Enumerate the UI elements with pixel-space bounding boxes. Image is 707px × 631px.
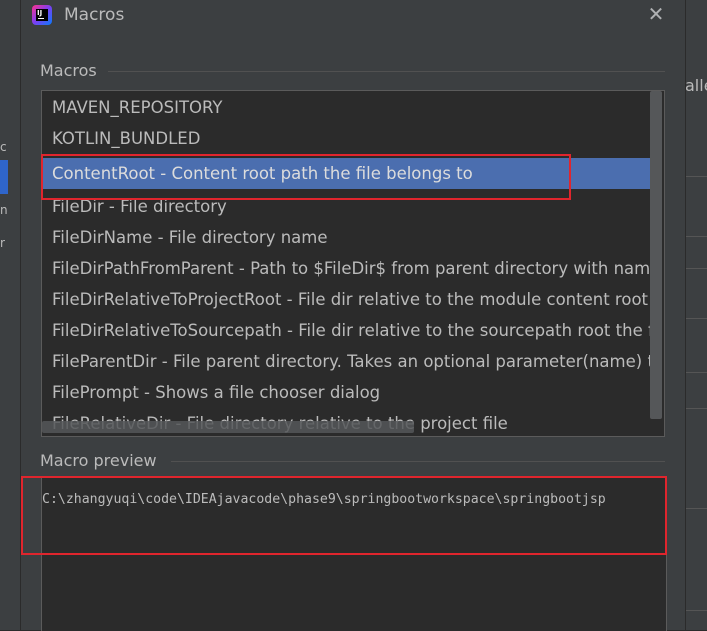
- macro-preview-label: Macro preview: [40, 451, 157, 470]
- section-divider: [171, 461, 665, 462]
- vertical-scrollbar[interactable]: [650, 91, 662, 419]
- list-item-selected[interactable]: ContentRoot - Content root path the file…: [42, 158, 662, 189]
- list-item[interactable]: FileParentDir - File parent directory. T…: [42, 346, 662, 377]
- ide-left-fragment: n: [0, 203, 8, 217]
- ide-right-fragment: alle: [685, 76, 707, 95]
- macro-preview-area: C:\zhangyuqi\code\IDEAjavacode\phase9\sp…: [41, 477, 667, 631]
- list-item[interactable]: FileDir - File directory: [42, 191, 662, 222]
- macros-section-label: Macros: [40, 61, 97, 80]
- intellij-idea-icon: IJ: [32, 5, 52, 25]
- list-item[interactable]: FileDirName - File directory name: [42, 222, 662, 253]
- dialog-title: Macros: [64, 5, 125, 25]
- macro-preview-text: C:\zhangyuqi\code\IDEAjavacode\phase9\sp…: [42, 492, 606, 507]
- ide-left-selection: [0, 160, 8, 194]
- ide-left-fragment: r: [0, 236, 5, 250]
- list-item[interactable]: MAVEN_REPOSITORY: [42, 92, 662, 123]
- list-item[interactable]: FileDirPathFromParent - Path to $FileDir…: [42, 253, 662, 284]
- horizontal-scrollbar[interactable]: [42, 421, 414, 433]
- list-item[interactable]: FileDirRelativeToProjectRoot - File dir …: [42, 284, 662, 315]
- macros-dialog: IJ Macros ✕ Macros MAVEN_REPOSITORY KOTL…: [20, 0, 686, 631]
- title-bar: IJ Macros ✕: [21, 0, 685, 32]
- ide-right-panel: alle: [684, 0, 707, 630]
- list-item[interactable]: FileDirRelativeToSourcepath - File dir r…: [42, 315, 662, 346]
- list-item[interactable]: KOTLIN_BUNDLED: [42, 123, 662, 154]
- macros-list[interactable]: MAVEN_REPOSITORY KOTLIN_BUNDLED ContentR…: [41, 90, 665, 437]
- list-item[interactable]: FilePrompt - Shows a file chooser dialog: [42, 377, 662, 408]
- ide-left-panel: c n r: [0, 0, 20, 630]
- section-divider: [108, 71, 665, 72]
- ide-left-fragment: c: [0, 140, 7, 154]
- close-icon[interactable]: ✕: [645, 2, 667, 26]
